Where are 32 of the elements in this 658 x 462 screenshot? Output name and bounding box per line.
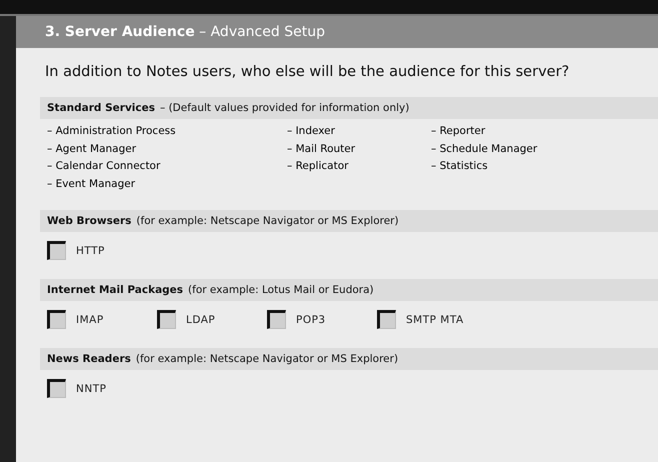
checkbox[interactable] bbox=[157, 310, 176, 329]
checkbox-label: POP3 bbox=[296, 314, 326, 326]
section-title: 3. Server Audience – Advanced Setup bbox=[45, 24, 325, 40]
checkbox-label: SMTP MTA bbox=[406, 314, 464, 326]
section-heading: News Readers bbox=[47, 353, 131, 365]
service-item: – Event Manager bbox=[47, 176, 136, 192]
checkbox[interactable] bbox=[267, 310, 286, 329]
question-text: In addition to Notes users, who else will be the audience for this server? bbox=[45, 64, 570, 80]
checkbox-label: LDAP bbox=[186, 314, 216, 326]
section-heading: Web Browsers bbox=[47, 215, 132, 227]
section-heading: Standard Services bbox=[47, 102, 155, 114]
service-item: – Administration Process bbox=[47, 124, 177, 139]
section-note: (for example: Netscape Navigator or MS Explorer) bbox=[136, 353, 398, 365]
service-item: – Mail Router bbox=[287, 142, 356, 156]
checkbox[interactable] bbox=[47, 379, 66, 398]
service-item: – Replicator bbox=[287, 159, 350, 174]
service-item: – Statistics bbox=[431, 159, 489, 174]
checkbox[interactable] bbox=[47, 241, 66, 260]
section-note: (for example: Netscape Navigator or MS Explorer) bbox=[136, 215, 399, 227]
service-item: – Agent Manager bbox=[47, 142, 138, 156]
service-item: – Calendar Connector bbox=[47, 159, 162, 174]
checkbox[interactable] bbox=[47, 310, 66, 329]
section-heading: Internet Mail Packages bbox=[47, 284, 184, 296]
service-item: – Reporter bbox=[431, 124, 486, 139]
section-note: – (Default values provided for information only) bbox=[160, 102, 410, 114]
checkbox-label: HTTP bbox=[76, 244, 105, 256]
checkbox-label: NNTP bbox=[76, 382, 106, 394]
service-item: – Indexer bbox=[287, 124, 336, 139]
checkbox-label: IMAP bbox=[76, 314, 104, 326]
checkbox[interactable] bbox=[377, 310, 396, 329]
service-item: – Schedule Manager bbox=[431, 142, 538, 156]
section-note: (for example: Lotus Mail or Eudora) bbox=[188, 284, 374, 296]
